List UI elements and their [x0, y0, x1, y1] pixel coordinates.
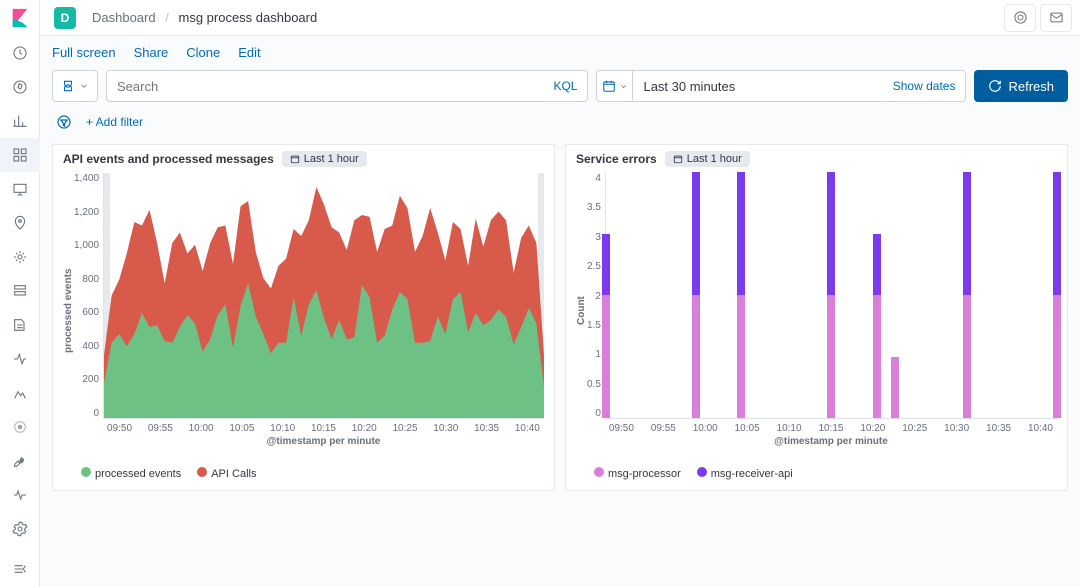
devtools-icon[interactable] — [0, 444, 40, 478]
edit-link[interactable]: Edit — [238, 45, 260, 60]
show-dates-link[interactable]: Show dates — [883, 79, 966, 93]
breadcrumb-root[interactable]: Dashboard — [92, 10, 156, 25]
saved-query-button[interactable] — [52, 70, 98, 102]
legend-item[interactable]: msg-processor — [594, 467, 681, 480]
x-ticks: 09:5009:5510:0010:0510:1010:1510:2010:25… — [103, 419, 544, 434]
topbar: D Dashboard / msg process dashboard — [40, 0, 1080, 36]
filter-options-icon[interactable] — [52, 110, 76, 134]
timepicker-label[interactable]: Last 30 minutes — [633, 79, 882, 94]
calendar-icon[interactable] — [597, 71, 633, 101]
add-filter-link[interactable]: + Add filter — [86, 115, 143, 129]
discover-icon[interactable] — [0, 70, 40, 104]
x-axis-label: @timestamp per minute — [103, 436, 544, 447]
breadcrumb: Dashboard / msg process dashboard — [92, 10, 317, 25]
y-axis-label: processed events — [63, 173, 74, 449]
legend-item[interactable]: API Calls — [197, 467, 256, 480]
legend: msg-processor msg-receiver-api — [576, 467, 1057, 480]
dashboard-actions: Full screen Share Clone Edit — [40, 36, 1080, 68]
canvas-icon[interactable] — [0, 172, 40, 206]
legend-item[interactable]: msg-receiver-api — [697, 467, 793, 480]
kql-toggle[interactable]: KQL — [553, 79, 577, 93]
side-nav — [0, 0, 40, 586]
management-icon[interactable] — [0, 512, 40, 546]
panel-title: API events and processed messages — [63, 152, 274, 166]
y-ticks: 1,4001,2001,0008006004002000 — [74, 173, 103, 419]
fullscreen-link[interactable]: Full screen — [52, 45, 116, 60]
infra-icon[interactable] — [0, 274, 40, 308]
x-axis-label: @timestamp per minute — [605, 436, 1057, 447]
breadcrumb-current: msg process dashboard — [178, 10, 317, 25]
uptime-icon[interactable] — [0, 376, 40, 410]
monitoring-icon[interactable] — [0, 478, 40, 512]
visualize-icon[interactable] — [0, 104, 40, 138]
siem-icon[interactable] — [0, 410, 40, 444]
recent-icon[interactable] — [0, 36, 40, 70]
share-link[interactable]: Share — [134, 45, 169, 60]
y-axis-label: Count — [576, 173, 587, 449]
apm-icon[interactable] — [0, 342, 40, 376]
kibana-logo[interactable] — [0, 0, 40, 36]
search-input-wrap: KQL — [106, 70, 588, 102]
refresh-button[interactable]: Refresh — [974, 70, 1068, 102]
time-badge: Last 1 hour — [282, 151, 367, 167]
panel-service-errors: Service errors Last 1 hour Count 43.532.… — [565, 144, 1068, 491]
space-badge[interactable]: D — [54, 7, 76, 29]
legend: processed events API Calls — [63, 467, 544, 480]
panel-api-events: API events and processed messages Last 1… — [52, 144, 555, 491]
panel-title: Service errors — [576, 152, 657, 166]
search-input[interactable] — [117, 79, 553, 94]
timepicker: Last 30 minutes Show dates — [596, 70, 966, 102]
time-badge: Last 1 hour — [665, 151, 750, 167]
ml-icon[interactable] — [0, 240, 40, 274]
collapse-icon[interactable] — [0, 552, 40, 586]
feedback-icon[interactable] — [1040, 4, 1072, 32]
legend-item[interactable]: processed events — [81, 467, 181, 480]
dashboard-icon[interactable] — [0, 138, 40, 172]
logs-icon[interactable] — [0, 308, 40, 342]
help-icon[interactable] — [1004, 4, 1036, 32]
breadcrumb-sep: / — [165, 10, 169, 25]
refresh-label: Refresh — [1008, 79, 1054, 94]
x-ticks: 09:5009:5510:0010:0510:1010:1510:2010:25… — [605, 419, 1057, 434]
bar-chart[interactable] — [605, 173, 1057, 419]
maps-icon[interactable] — [0, 206, 40, 240]
clone-link[interactable]: Clone — [186, 45, 220, 60]
area-chart[interactable] — [103, 173, 544, 419]
